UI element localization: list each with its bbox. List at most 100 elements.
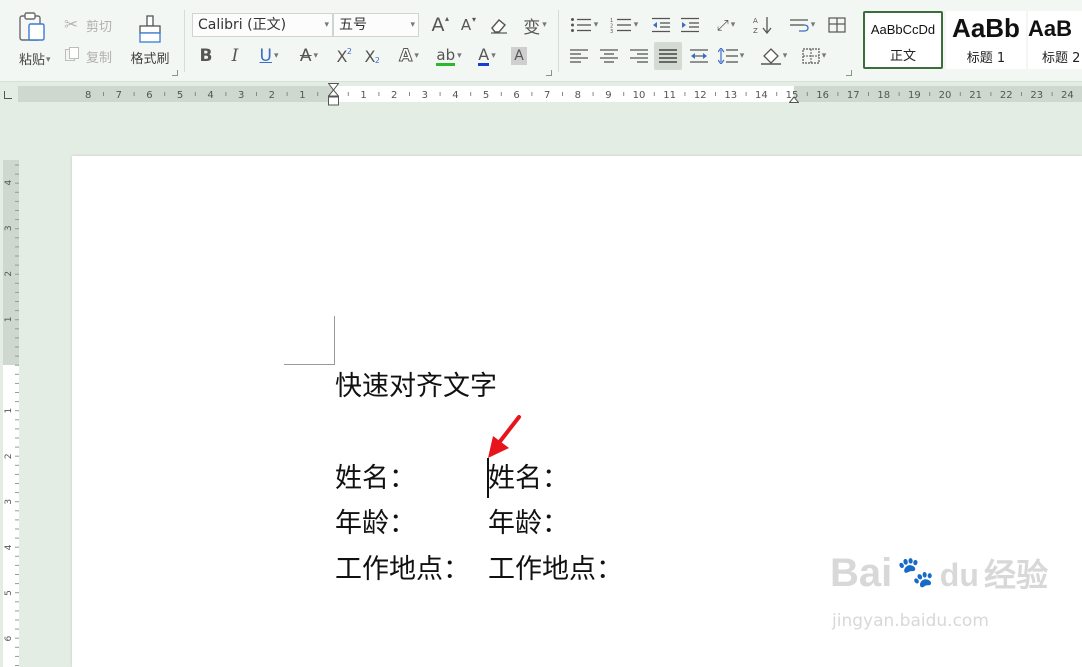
ruler-number: 6 (146, 90, 152, 101)
table-tools-button[interactable] (824, 13, 850, 37)
underline-button[interactable]: U ▾ (252, 44, 286, 68)
ruler-number: 3 (422, 90, 428, 101)
svg-text:A: A (753, 17, 758, 25)
left-indent-marker[interactable] (328, 83, 339, 107)
document-title[interactable]: 快速对齐文字 (335, 370, 497, 404)
line-spacing-icon (717, 48, 738, 64)
distribute-button[interactable] (686, 44, 712, 68)
strikethrough-button[interactable]: A ▾ (292, 44, 326, 68)
sort-button[interactable]: AZ (750, 13, 776, 37)
name-label-right[interactable]: 姓名： (488, 462, 569, 496)
copy-button[interactable]: 复制 (64, 45, 122, 67)
format-painter-icon (139, 14, 161, 43)
ruler-number: 8 (575, 90, 581, 101)
font-size-select[interactable]: 五号 ▾ (333, 13, 419, 37)
text-direction-button[interactable]: ⤢ ▾ (708, 13, 744, 37)
ruler-number: 5 (483, 90, 489, 101)
ruler-number: 2 (4, 453, 14, 459)
phonetic-guide-button[interactable]: 变 ▾ (518, 13, 552, 38)
superscript-icon: X (336, 46, 348, 66)
grow-font-button[interactable]: A ▴ (426, 13, 450, 37)
ruler-number: 17 (847, 90, 860, 101)
char-shading-button[interactable]: A (508, 44, 530, 68)
shading-button[interactable]: ▾ (756, 44, 792, 68)
font-color-button[interactable]: A ▾ (470, 44, 504, 68)
justify-button[interactable] (654, 42, 682, 70)
line-spacing-button[interactable]: ▾ (714, 44, 748, 68)
ruler-number: 23 (1030, 90, 1043, 101)
numbering-icon: 123 (610, 18, 631, 33)
bullets-button[interactable]: ▾ (566, 13, 602, 37)
justify-icon (659, 49, 677, 63)
text-effect-button[interactable]: A ▾ (392, 44, 426, 68)
ruler-number: 1 (4, 317, 14, 323)
ruler-number: 11 (663, 90, 676, 101)
borders-button[interactable]: ▾ (796, 44, 832, 68)
ruler-number: 2 (269, 90, 275, 101)
paste-button[interactable]: 粘贴 ▾ (10, 8, 54, 70)
bold-button[interactable]: B (195, 44, 217, 68)
right-indent-marker[interactable] (789, 93, 799, 103)
workplace-label-left[interactable]: 工作地点： (335, 553, 470, 587)
style-heading-1-preview: AaBb (952, 13, 1020, 43)
chevron-down-icon: ▾ (782, 51, 788, 61)
copy-icon (64, 46, 86, 66)
ruler-number: 3 (4, 499, 14, 505)
style-heading-2[interactable]: AaB 标题 2 (1028, 11, 1082, 69)
chevron-down-icon: ▾ (46, 55, 51, 65)
chevron-down-icon: ▾ (410, 20, 415, 30)
style-heading-2-name: 标题 2 (1042, 51, 1081, 66)
shading-icon (760, 48, 781, 65)
shrink-font-button[interactable]: A ▾ (454, 13, 478, 37)
ruler-number: 8 (85, 90, 91, 101)
age-label-right[interactable]: 年龄： (488, 507, 569, 541)
horizontal-ruler[interactable]: 8 7 6 5 4 3 2 1 1 2 3 4 5 6 7 8 9 10 11 12 13 14 15 16 17 18 19 20 2… (0, 83, 1082, 107)
text-cursor (487, 458, 489, 498)
baidu-logo: Bai 🐾 du 经验 (830, 551, 1048, 595)
align-left-button[interactable] (566, 44, 592, 68)
outdent-button[interactable] (648, 13, 674, 37)
font-size-value: 五号 (339, 17, 367, 33)
tab-selector[interactable] (4, 91, 12, 99)
ruler-number: 4 (4, 179, 14, 185)
vertical-ruler[interactable]: 4 3 2 1 1 2 3 4 5 6 (0, 160, 22, 667)
line-break-button[interactable]: ▾ (784, 13, 820, 37)
subscript-button[interactable]: X2 (358, 44, 382, 68)
chevron-down-icon: ▾ (457, 51, 462, 61)
font-group-launcher[interactable] (546, 70, 552, 76)
superscript-button[interactable]: X2 (330, 44, 354, 68)
clipboard-group-launcher[interactable] (172, 70, 178, 76)
italic-button[interactable]: I (224, 44, 246, 68)
workplace-label-right[interactable]: 工作地点： (488, 553, 623, 587)
ruler-number: 4 (207, 90, 213, 101)
align-right-button[interactable] (626, 44, 652, 68)
chevron-down-icon: ▾ (414, 51, 419, 61)
age-label-left[interactable]: 年龄： (335, 507, 416, 541)
highlight-button[interactable]: ab ▾ (430, 44, 468, 68)
style-normal-name: 正文 (889, 49, 916, 64)
text-effect-icon: A (399, 46, 413, 67)
bullets-icon (570, 18, 591, 32)
cut-button[interactable]: ✂ 剪切 (64, 14, 122, 36)
ruler-number: 2 (4, 271, 14, 277)
chevron-down-icon: ▾ (821, 51, 827, 61)
chevron-down-icon: ▾ (273, 51, 279, 61)
style-heading-1[interactable]: AaBb 标题 1 (946, 11, 1026, 69)
strikethrough-icon: A (299, 46, 312, 66)
ruler-number: 21 (969, 90, 982, 101)
align-center-button[interactable] (596, 44, 622, 68)
divider (558, 10, 559, 72)
name-label-left[interactable]: 姓名： (335, 462, 416, 496)
cut-label: 剪切 (86, 19, 113, 35)
paragraph-group-launcher[interactable] (846, 70, 852, 76)
format-painter-button[interactable]: 格式刷 (124, 10, 176, 70)
font-family-value: Calibri (正文) (198, 17, 287, 33)
clear-format-button[interactable] (486, 13, 512, 37)
char-shading-icon: A (511, 47, 527, 65)
indent-button[interactable] (677, 13, 703, 37)
font-family-select[interactable]: Calibri (正文) ▾ (192, 13, 333, 37)
numbering-button[interactable]: 123 ▾ (606, 13, 642, 37)
chevron-down-icon: ▾ (542, 20, 547, 30)
margin-corner-mark (334, 316, 335, 365)
style-normal[interactable]: AaBbCcDd 正文 (863, 11, 943, 69)
